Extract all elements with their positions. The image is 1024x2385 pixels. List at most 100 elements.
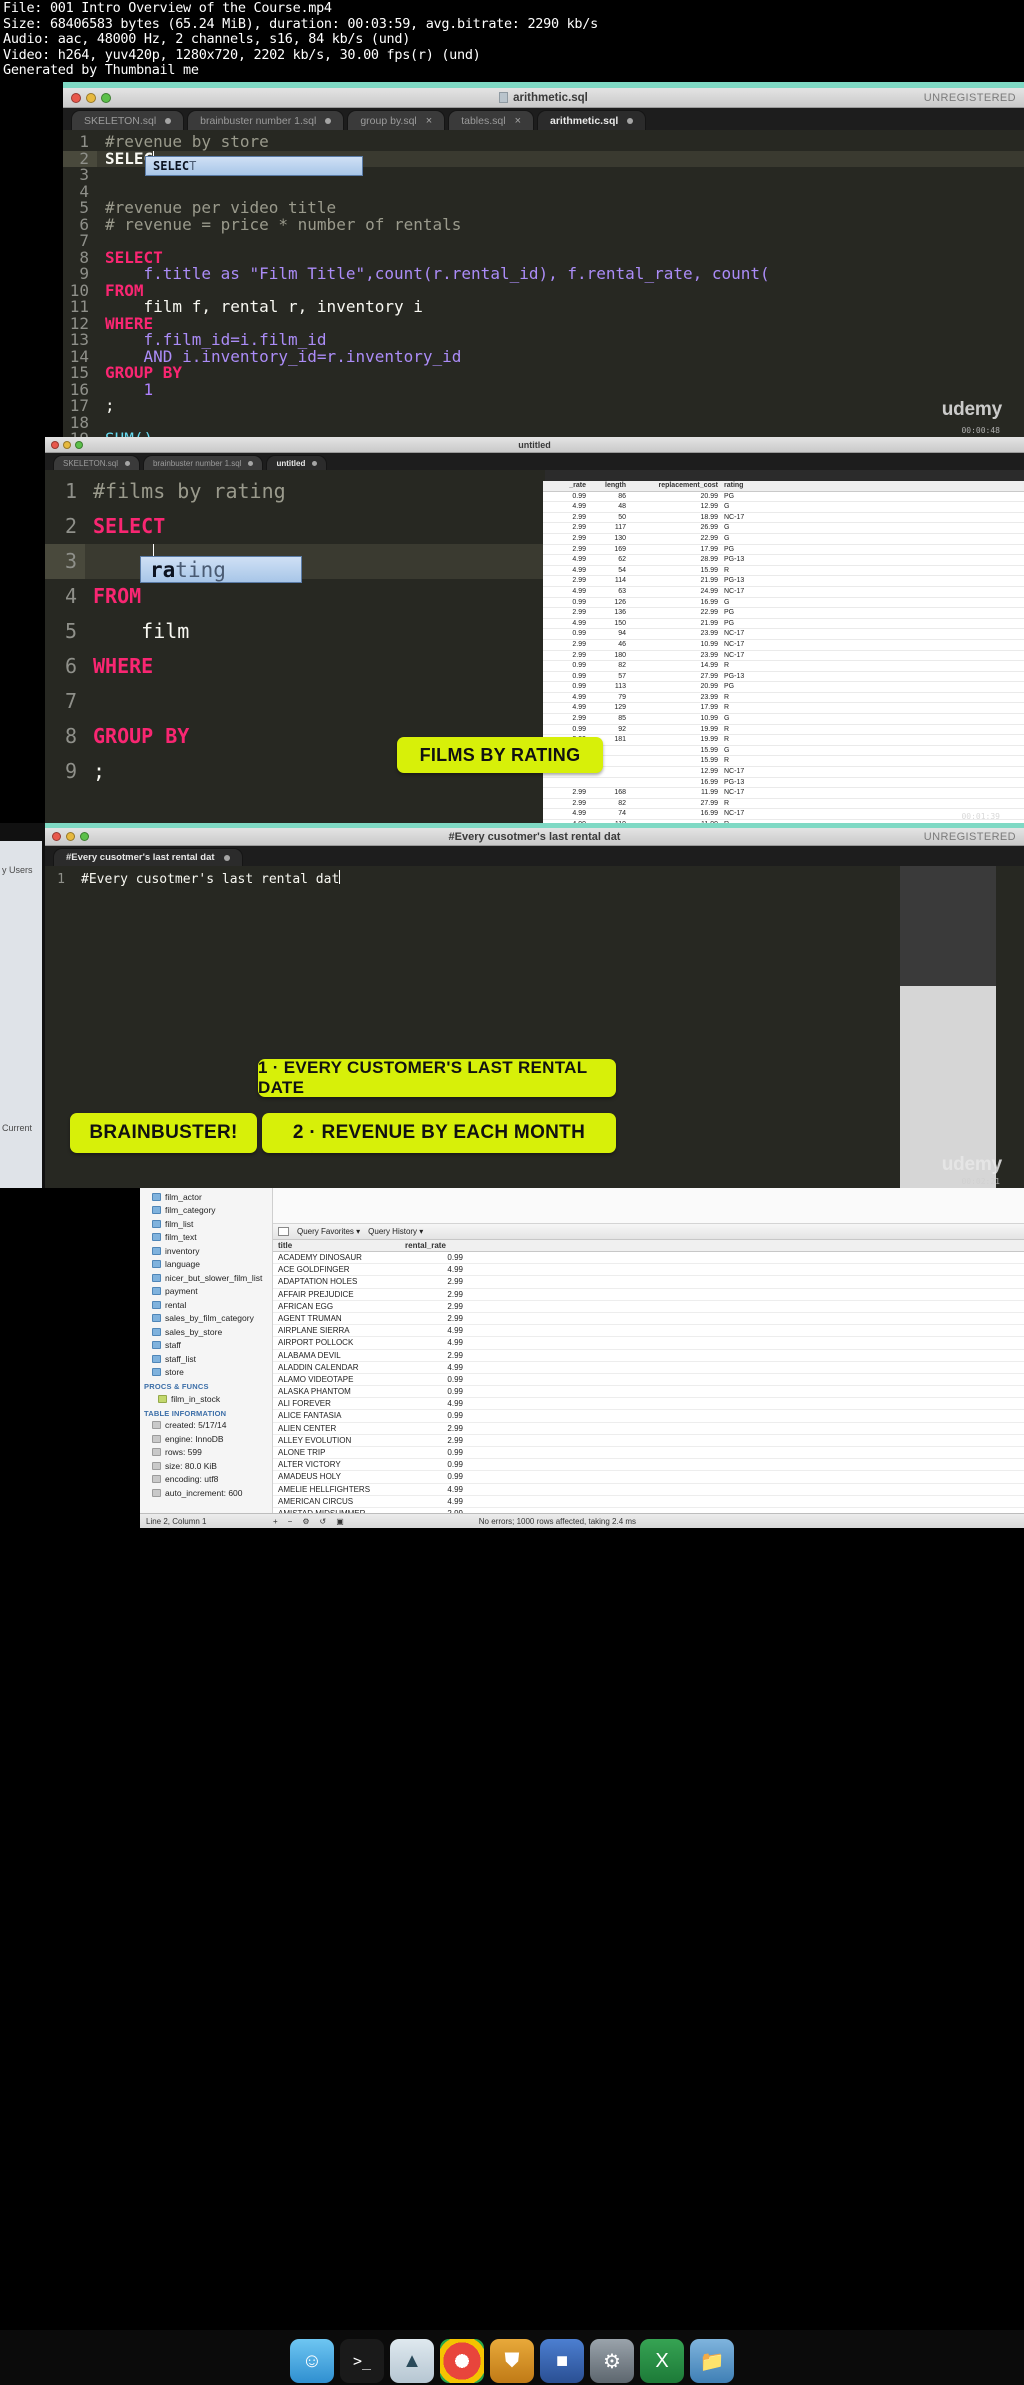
- results-row[interactable]: AFRICAN EGG 2.99: [273, 1301, 1024, 1313]
- grid-row[interactable]: 2.99 130 22.99 G: [543, 534, 1024, 545]
- tab-tables-sql[interactable]: tables.sql ×: [448, 110, 534, 130]
- tab-brainbuster-1-sql[interactable]: brainbuster number 1.sql: [187, 110, 345, 130]
- tab-untitled[interactable]: untitled: [266, 455, 328, 470]
- query-favorites-dropdown[interactable]: Query Favorites ▾: [297, 1227, 360, 1236]
- frame1-code-editor[interactable]: 1 #revenue by store 2 SELEC 3 4 5 #revenue …: [63, 130, 1024, 437]
- grid-row[interactable]: 4.99 150 21.99 PG: [543, 619, 1024, 630]
- status-refresh-icon[interactable]: ↺: [315, 1517, 332, 1526]
- grid-row[interactable]: 2.99 168 11.99 NC-17: [543, 788, 1024, 799]
- grid-row[interactable]: 15.99 R: [543, 756, 1024, 768]
- frame2-autocomplete-popup[interactable]: ra ting: [140, 556, 302, 583]
- tree-table-item[interactable]: film_text: [140, 1231, 272, 1245]
- grid-row[interactable]: 2.99 169 17.99 PG: [543, 545, 1024, 556]
- grid-row[interactable]: 0.99 126 16.99 G: [543, 598, 1024, 609]
- results-row[interactable]: ACADEMY DINOSAUR 0.99: [273, 1252, 1024, 1265]
- tree-table-item[interactable]: film_list: [140, 1217, 272, 1231]
- dock-excel-icon[interactable]: X: [640, 2339, 684, 2383]
- frame3-tab-bar[interactable]: #Every cusotmer's last rental dat: [45, 846, 1024, 866]
- frame4-results-body[interactable]: ACADEMY DINOSAUR 0.99 ACE GOLDFINGER 4.99 AD…: [273, 1252, 1024, 1514]
- tab-every-customers-last-rental-date[interactable]: #Every cusotmer's last rental dat: [53, 848, 243, 866]
- frame4-results-toolbar[interactable]: Query Favorites ▾ Query History ▾: [273, 1224, 1024, 1240]
- results-row[interactable]: ALICE FANTASIA 0.99: [273, 1410, 1024, 1423]
- grid-row[interactable]: 2.99 136 22.99 PG: [543, 608, 1024, 619]
- tab-group-by-sql[interactable]: group by.sql ×: [347, 110, 446, 130]
- query-history-dropdown[interactable]: Query History ▾: [368, 1227, 423, 1236]
- grid-row[interactable]: 2.99 117 26.99 G: [543, 523, 1024, 534]
- grid-row[interactable]: 0.99 113 20.99 PG: [543, 682, 1024, 693]
- grid-row[interactable]: 4.99 62 28.99 PG-13: [543, 555, 1024, 566]
- grid-settings-icon[interactable]: [278, 1227, 289, 1236]
- tree-table-item[interactable]: language: [140, 1258, 272, 1272]
- tab-modified-dot-icon[interactable]: [124, 460, 130, 466]
- tab-modified-dot-icon[interactable]: [627, 117, 634, 124]
- tree-table-item[interactable]: film_category: [140, 1204, 272, 1218]
- grid-row[interactable]: 4.99 48 12.99 G: [543, 502, 1024, 513]
- results-row[interactable]: ALI FOREVER 4.99: [273, 1398, 1024, 1411]
- tab-modified-dot-icon[interactable]: [325, 117, 332, 124]
- tab-skeleton-sql[interactable]: SKELETON.sql: [53, 455, 140, 470]
- grid-row[interactable]: 4.99 63 24.99 NC-17: [543, 587, 1024, 598]
- results-row[interactable]: AGENT TRUMAN 2.99: [273, 1313, 1024, 1326]
- status-remove-icon[interactable]: −: [283, 1517, 298, 1526]
- frame4-results-pane[interactable]: Query Favorites ▾ Query History ▾ title …: [273, 1188, 1024, 1514]
- tree-table-item[interactable]: film_actor: [140, 1190, 272, 1204]
- results-row[interactable]: AIRPORT POLLOCK 4.99: [273, 1337, 1024, 1350]
- status-gear-icon[interactable]: ⚙: [297, 1517, 314, 1526]
- tab-modified-dot-icon[interactable]: [312, 460, 318, 466]
- dock-chrome-icon[interactable]: [440, 2339, 484, 2383]
- grid-row[interactable]: 4.99 54 15.99 R: [543, 566, 1024, 577]
- dock-database-icon[interactable]: ⛊: [490, 2339, 534, 2383]
- grid-row[interactable]: 15.99 G: [543, 746, 1024, 757]
- tree-table-item[interactable]: nicer_but_slower_film_list: [140, 1271, 272, 1285]
- grid-row[interactable]: 2.99 114 21.99 PG-13: [543, 576, 1024, 587]
- grid-row[interactable]: 0.99 57 27.99 PG-13: [543, 672, 1024, 683]
- tree-table-item[interactable]: payment: [140, 1285, 272, 1299]
- tree-table-item[interactable]: store: [140, 1366, 272, 1380]
- tree-proc-item[interactable]: film_in_stock: [140, 1392, 272, 1406]
- grid-row[interactable]: 0.99 94 23.99 NC-17: [543, 629, 1024, 640]
- results-row[interactable]: ALABAMA DEVIL 2.99: [273, 1350, 1024, 1362]
- frame2-tab-bar[interactable]: SKELETON.sql brainbuster number 1.sql un…: [45, 453, 1024, 470]
- results-row[interactable]: ALASKA PHANTOM 0.99: [273, 1386, 1024, 1399]
- grid-row[interactable]: 4.99 79 23.99 R: [543, 693, 1024, 704]
- results-row[interactable]: AIRPLANE SIERRA 4.99: [273, 1325, 1024, 1338]
- frame2-results-grid[interactable]: _rate length replacement_cost rating 0.9…: [543, 481, 1024, 823]
- tree-procs-list[interactable]: film_in_stock: [140, 1392, 272, 1406]
- grid-body[interactable]: 0.99 86 20.99 PG 4.99 48 12.99 G 2.99 50 18.99 NC-1…: [543, 492, 1024, 823]
- dock-preview-icon[interactable]: ▲: [390, 2339, 434, 2383]
- tree-table-item[interactable]: staff_list: [140, 1352, 272, 1366]
- results-row[interactable]: ALONE TRIP 0.99: [273, 1447, 1024, 1460]
- status-export-icon[interactable]: ▣: [331, 1517, 349, 1526]
- grid-row[interactable]: 12.99 NC-17: [543, 767, 1024, 778]
- grid-row[interactable]: 4.99 129 17.99 R: [543, 703, 1024, 715]
- dock-settings-icon[interactable]: ⚙: [590, 2339, 634, 2383]
- tree-table-item[interactable]: rental: [140, 1298, 272, 1312]
- grid-row[interactable]: 2.99 180 23.99 NC-17: [543, 651, 1024, 662]
- dock-folder-icon[interactable]: 📁: [690, 2339, 734, 2383]
- tab-arithmetic-sql[interactable]: arithmetic.sql: [537, 110, 647, 130]
- dock-terminal-icon[interactable]: >_: [340, 2339, 384, 2383]
- tree-table-item[interactable]: sales_by_film_category: [140, 1312, 272, 1326]
- tree-table-list[interactable]: film_actor film_category film_list film_tex…: [140, 1188, 272, 1379]
- grid-row[interactable]: 16.99 PG-13: [543, 778, 1024, 789]
- tab-modified-dot-icon[interactable]: [223, 854, 230, 861]
- frame1-tab-bar[interactable]: SKELETON.sql brainbuster number 1.sql gr…: [63, 108, 1024, 130]
- dock-sqlpro-icon[interactable]: ■: [540, 2339, 584, 2383]
- grid-row[interactable]: 2.9918119.99R: [543, 735, 1024, 746]
- grid-row[interactable]: 0.99 92 19.99 R: [543, 725, 1024, 736]
- results-row[interactable]: ALIEN CENTER 2.99: [273, 1423, 1024, 1435]
- frame1-autocomplete-popup[interactable]: SELEC T: [145, 156, 363, 176]
- frame4-schema-tree[interactable]: film_actor film_category film_list film_tex…: [140, 1188, 273, 1514]
- tab-close-icon[interactable]: ×: [515, 115, 521, 127]
- results-row[interactable]: ALADDIN CALENDAR 4.99: [273, 1362, 1024, 1374]
- grid-row[interactable]: 0.99 82 14.99 R: [543, 661, 1024, 672]
- grid-row[interactable]: 2.99 50 18.99 NC-17: [543, 513, 1024, 524]
- tab-close-icon[interactable]: ×: [426, 115, 432, 127]
- results-row[interactable]: AMELIE HELLFIGHTERS 4.99: [273, 1484, 1024, 1496]
- results-row[interactable]: ALAMO VIDEOTAPE 0.99: [273, 1374, 1024, 1387]
- grid-row[interactable]: 2.99 82 27.99 R: [543, 799, 1024, 810]
- dock-finder-icon[interactable]: ☺: [290, 2339, 334, 2383]
- tab-modified-dot-icon[interactable]: [165, 117, 172, 124]
- tab-brainbuster-1-sql[interactable]: brainbuster number 1.sql: [142, 455, 264, 470]
- results-row[interactable]: AMADEUS HOLY 0.99: [273, 1471, 1024, 1484]
